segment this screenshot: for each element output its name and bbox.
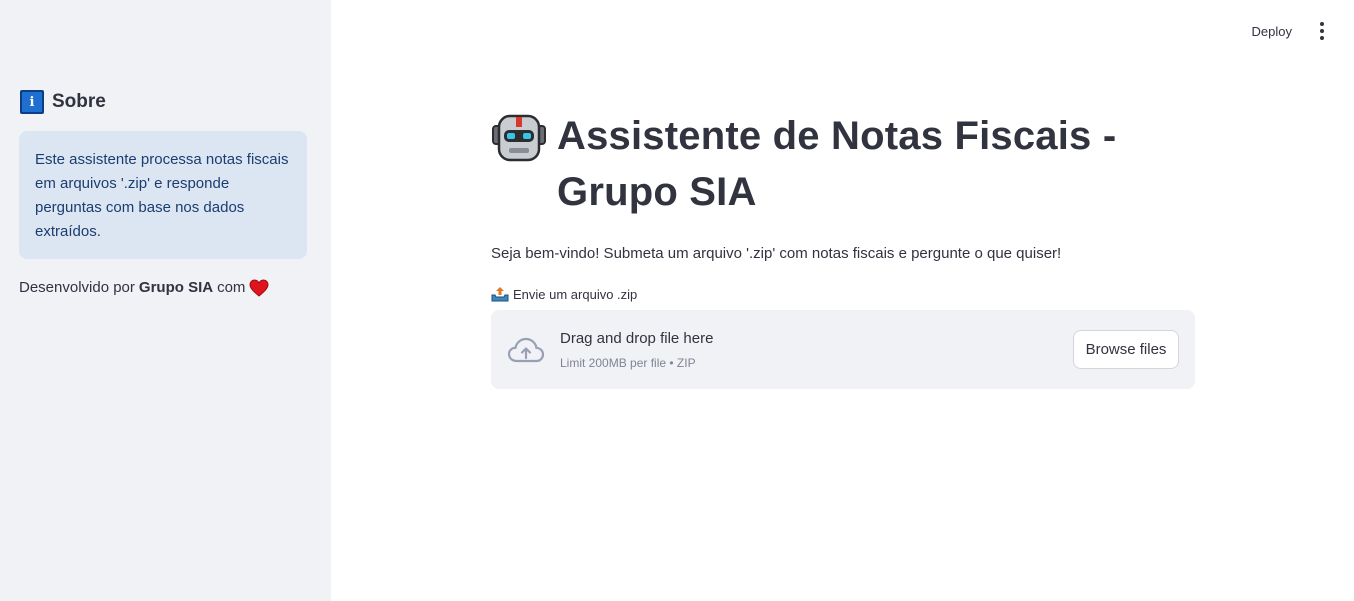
uploader-label-text: Envie um arquivo .zip	[513, 286, 638, 302]
sidebar-heading: i Sobre	[20, 90, 106, 114]
credits-name: Grupo SIA	[138, 279, 214, 296]
cloud-upload-icon	[507, 337, 545, 363]
info-alert-box: Este assistente processa notas fiscais e…	[19, 131, 307, 259]
page-subtitle: Seja bem-vindo! Submeta um arquivo '.zip…	[491, 245, 1062, 262]
dropzone-title: Drag and drop file here	[560, 330, 714, 347]
sidebar: i Sobre Este assistente processa notas f…	[0, 0, 331, 601]
uploader-label: Envie um arquivo .zip	[491, 284, 1195, 304]
page-title-row: Assistente de Notas Fiscais - Grupo SIA	[491, 108, 1195, 220]
sidebar-heading-text: Sobre	[52, 91, 106, 112]
credits-suffix: com	[217, 279, 246, 296]
credits-prefix: Desenvolvido por	[19, 279, 135, 296]
info-alert-text: Este assistente processa notas fiscais e…	[35, 151, 289, 240]
browse-files-button[interactable]: Browse files	[1073, 330, 1179, 369]
top-toolbar: Deploy	[1252, 18, 1330, 44]
dropzone-limit: Limit 200MB per file • ZIP	[560, 356, 696, 370]
deploy-button[interactable]: Deploy	[1252, 20, 1292, 43]
heart-icon	[249, 279, 269, 297]
kebab-menu-icon[interactable]	[1314, 18, 1330, 44]
robot-icon	[492, 114, 546, 162]
dropzone-text: Drag and drop file here Limit 200MB per …	[560, 330, 713, 370]
file-dropzone[interactable]: Drag and drop file here Limit 200MB per …	[491, 310, 1195, 389]
information-icon: i	[20, 90, 44, 114]
outbox-tray-icon	[491, 287, 509, 302]
credits-line: Desenvolvido por Grupo SIA com	[19, 277, 269, 299]
main-content: Assistente de Notas Fiscais - Grupo SIA …	[491, 108, 1195, 389]
page-title: Assistente de Notas Fiscais - Grupo SIA	[557, 114, 1117, 214]
